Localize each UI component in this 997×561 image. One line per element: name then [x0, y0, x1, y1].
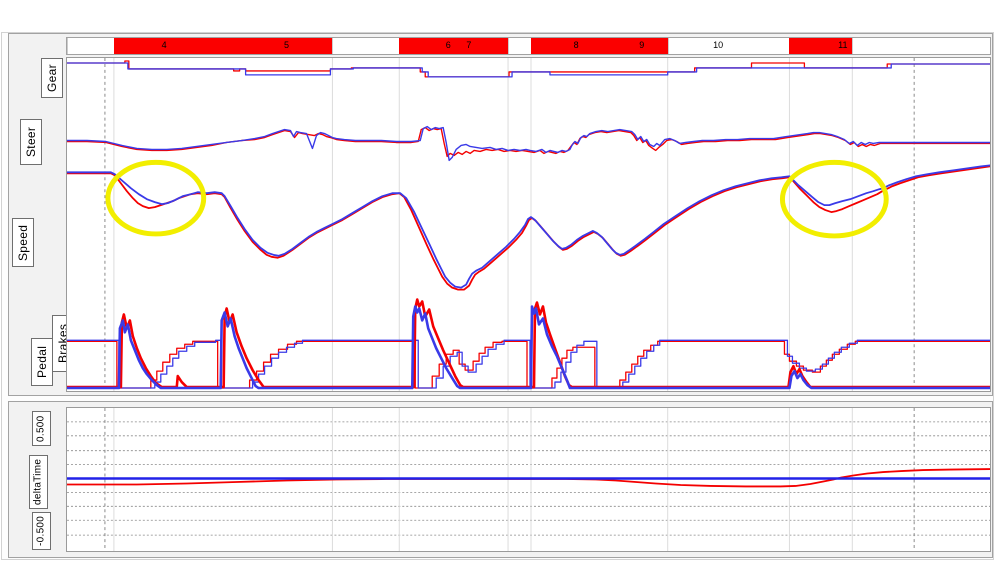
channel-label-pedal: Pedal [31, 338, 53, 386]
main-chart-area[interactable] [66, 57, 991, 392]
corner-segment[interactable] [508, 38, 531, 54]
gear-blue [67, 63, 990, 77]
corner-segment[interactable]: 11 [789, 38, 852, 54]
corner-segment[interactable] [332, 38, 399, 54]
corner-number: 11 [838, 40, 847, 50]
corner-segment[interactable]: 45 [114, 38, 333, 54]
corner-number: 9 [639, 40, 644, 50]
channel-label-speed: Speed [12, 218, 34, 267]
corner-segment[interactable]: 10 [668, 38, 790, 54]
channel-label-deltatime: deltaTime [29, 455, 48, 509]
main-telemetry-chart[interactable] [67, 58, 990, 391]
delta-tick-label-bottom: -0.500 [32, 512, 51, 550]
brake-blue [67, 307, 990, 389]
corner-strip: 4567891011 [66, 37, 991, 55]
speed-red [67, 166, 990, 289]
corner-number: 4 [162, 40, 167, 50]
throttle-blue [67, 340, 990, 388]
delta-time-panel: 0.500 deltaTime -0.500 [8, 401, 993, 558]
delta-chart-area[interactable] [66, 407, 991, 552]
highlight-ellipse [108, 162, 204, 234]
corner-number: 6 [446, 40, 451, 50]
highlight-ellipse [782, 162, 886, 236]
main-telemetry-panel: 4567891011 Gear Steer Speed Brakes Pedal [8, 33, 993, 396]
delta-tick-label-top: 0.500 [32, 411, 51, 446]
channel-label-gear: Gear [41, 58, 63, 98]
delta-time-chart[interactable] [67, 408, 990, 551]
throttle-red [67, 341, 990, 388]
speed-blue [67, 165, 990, 287]
corner-segment[interactable] [67, 38, 114, 54]
corner-number: 7 [466, 40, 471, 50]
corner-number: 8 [574, 40, 579, 50]
corner-number: 10 [713, 40, 723, 50]
channel-label-steer: Steer [20, 119, 42, 165]
corner-segment[interactable]: 67 [399, 38, 508, 54]
corner-segment[interactable] [852, 38, 990, 54]
corner-number: 5 [284, 40, 289, 50]
corner-segment[interactable]: 89 [531, 38, 668, 54]
